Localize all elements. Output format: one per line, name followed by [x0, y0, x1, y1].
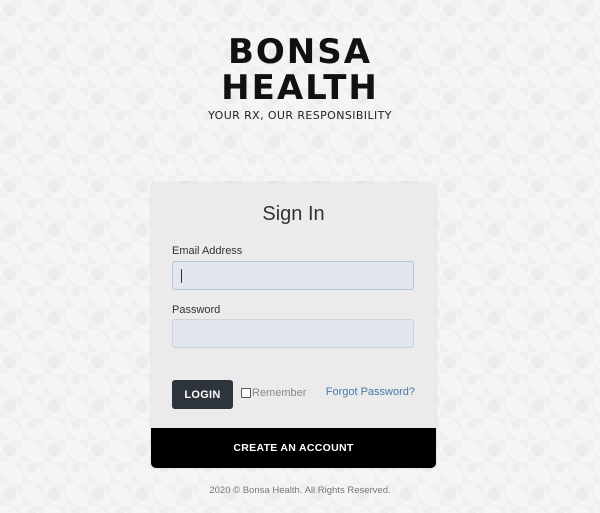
password-label: Password: [172, 304, 221, 316]
signin-card: Sign In Email Address Password LOGIN Rem…: [151, 183, 436, 468]
remember-checkbox[interactable]: [241, 388, 251, 398]
logo-text-health: HEALTH: [221, 68, 379, 108]
signin-title: Sign In: [262, 203, 325, 225]
logo-text-bonsa: BONSA: [227, 32, 373, 72]
remember-checkbox-group[interactable]: Remember: [241, 387, 306, 399]
create-account-button[interactable]: CREATE AN ACCOUNT: [151, 428, 436, 468]
text-caret: [181, 269, 182, 283]
logo-tagline: YOUR RX, OUR RESPONSIBILITY: [208, 109, 392, 122]
login-button[interactable]: LOGIN: [172, 380, 233, 409]
email-label: Email Address: [172, 245, 243, 257]
forgot-password-link[interactable]: Forgot Password?: [326, 386, 415, 398]
footer-copyright: 2020 © Bonsa Health. All Rights Reserved…: [209, 485, 391, 496]
email-field[interactable]: [172, 261, 414, 290]
remember-label: Remember: [252, 387, 307, 399]
brand-logo: BONSA HEALTH YOUR RX, OUR RESPONSIBILITY: [0, 35, 600, 122]
password-field[interactable]: [172, 319, 414, 348]
